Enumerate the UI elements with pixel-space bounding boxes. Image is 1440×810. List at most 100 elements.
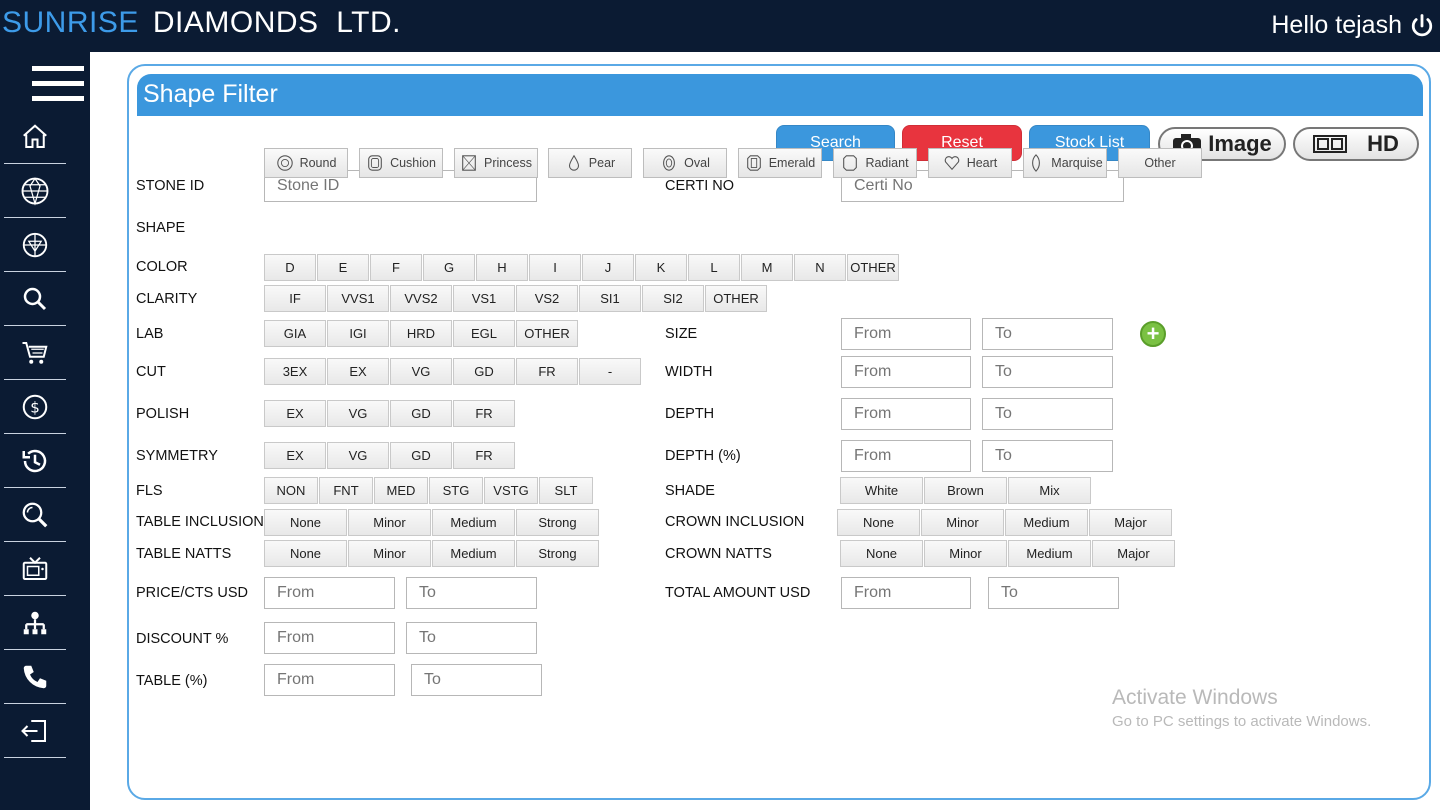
color-chip-j[interactable]: J bbox=[582, 254, 634, 281]
polish-chip-vg[interactable]: VG bbox=[327, 400, 389, 427]
sidebar-item-network[interactable] bbox=[4, 596, 66, 650]
clarity-chip-vvs2[interactable]: VVS2 bbox=[390, 285, 452, 312]
clarity-chip-other[interactable]: OTHER bbox=[705, 285, 767, 312]
color-chip-d[interactable]: D bbox=[264, 254, 316, 281]
shape-cushion[interactable]: Cushion bbox=[359, 148, 443, 178]
size-to-input[interactable] bbox=[982, 318, 1113, 350]
cut-chip-fr[interactable]: FR bbox=[516, 358, 578, 385]
fls-chip-med[interactable]: MED bbox=[374, 477, 428, 504]
shape-emerald[interactable]: Emerald bbox=[738, 148, 822, 178]
sidebar-item-home[interactable] bbox=[4, 110, 66, 164]
add-size-button[interactable]: + bbox=[1140, 321, 1166, 347]
hd-button[interactable]: HD bbox=[1293, 127, 1419, 161]
width-to-input[interactable] bbox=[982, 356, 1113, 388]
shade-chip-mix[interactable]: Mix bbox=[1008, 477, 1091, 504]
shape-radiant[interactable]: Radiant bbox=[833, 148, 917, 178]
color-chip-f[interactable]: F bbox=[370, 254, 422, 281]
shape-oval[interactable]: Oval bbox=[643, 148, 727, 178]
symmetry-chip-vg[interactable]: VG bbox=[327, 442, 389, 469]
polish-chip-ex[interactable]: EX bbox=[264, 400, 326, 427]
color-chip-i[interactable]: I bbox=[529, 254, 581, 281]
clarity-chip-vvs1[interactable]: VVS1 bbox=[327, 285, 389, 312]
crown-natts-chip-none[interactable]: None bbox=[840, 540, 923, 567]
sidebar-item-diamond[interactable] bbox=[4, 164, 66, 218]
sidebar-item-search[interactable] bbox=[4, 272, 66, 326]
color-chip-l[interactable]: L bbox=[688, 254, 740, 281]
cut-chip-vg[interactable]: VG bbox=[390, 358, 452, 385]
crown-natts-chip-minor[interactable]: Minor bbox=[924, 540, 1007, 567]
color-chip-e[interactable]: E bbox=[317, 254, 369, 281]
fls-chip-slt[interactable]: SLT bbox=[539, 477, 593, 504]
table-inclusion-chip-none[interactable]: None bbox=[264, 509, 347, 536]
price-cts-from-input[interactable] bbox=[264, 577, 395, 609]
shape-heart[interactable]: Heart bbox=[928, 148, 1012, 178]
sidebar-item-diamond-ring[interactable] bbox=[4, 218, 66, 272]
sidebar-item-tv[interactable] bbox=[4, 542, 66, 596]
lab-chip-igi[interactable]: IGI bbox=[327, 320, 389, 347]
clarity-chip-vs2[interactable]: VS2 bbox=[516, 285, 578, 312]
table-pct-from-input[interactable] bbox=[264, 664, 395, 696]
depth-pct-from-input[interactable] bbox=[841, 440, 971, 472]
crown-natts-chip-medium[interactable]: Medium bbox=[1008, 540, 1091, 567]
sidebar-item-phone[interactable] bbox=[4, 650, 66, 704]
color-chip-h[interactable]: H bbox=[476, 254, 528, 281]
table-inclusion-chip-minor[interactable]: Minor bbox=[348, 509, 431, 536]
fls-chip-stg[interactable]: STG bbox=[429, 477, 483, 504]
clarity-chip-vs1[interactable]: VS1 bbox=[453, 285, 515, 312]
shade-chip-brown[interactable]: Brown bbox=[924, 477, 1007, 504]
depth-pct-to-input[interactable] bbox=[982, 440, 1113, 472]
discount-to-input[interactable] bbox=[406, 622, 537, 654]
sidebar-item-zoom-search[interactable] bbox=[4, 488, 66, 542]
table-pct-to-input[interactable] bbox=[411, 664, 542, 696]
menu-icon[interactable] bbox=[30, 64, 86, 104]
table-natts-chip-minor[interactable]: Minor bbox=[348, 540, 431, 567]
table-inclusion-chip-medium[interactable]: Medium bbox=[432, 509, 515, 536]
shape-marquise[interactable]: Marquise bbox=[1023, 148, 1107, 178]
shape-round[interactable]: Round bbox=[264, 148, 348, 178]
clarity-chip-si1[interactable]: SI1 bbox=[579, 285, 641, 312]
shape-pear[interactable]: Pear bbox=[548, 148, 632, 178]
depth-from-input[interactable] bbox=[841, 398, 971, 430]
color-chip-n[interactable]: N bbox=[794, 254, 846, 281]
price-cts-to-input[interactable] bbox=[406, 577, 537, 609]
crown-inclusion-chip-minor[interactable]: Minor bbox=[921, 509, 1004, 536]
power-icon[interactable] bbox=[1408, 12, 1436, 40]
clarity-chip-si2[interactable]: SI2 bbox=[642, 285, 704, 312]
table-natts-chip-strong[interactable]: Strong bbox=[516, 540, 599, 567]
fls-chip-non[interactable]: NON bbox=[264, 477, 318, 504]
polish-chip-fr[interactable]: FR bbox=[453, 400, 515, 427]
shape-other[interactable]: Other bbox=[1118, 148, 1202, 178]
lab-chip-other[interactable]: OTHER bbox=[516, 320, 578, 347]
clarity-chip-if[interactable]: IF bbox=[264, 285, 326, 312]
width-from-input[interactable] bbox=[841, 356, 971, 388]
depth-to-input[interactable] bbox=[982, 398, 1113, 430]
polish-chip-gd[interactable]: GD bbox=[390, 400, 452, 427]
sidebar-item-currency[interactable]: $ bbox=[4, 380, 66, 434]
lab-chip-hrd[interactable]: HRD bbox=[390, 320, 452, 347]
discount-from-input[interactable] bbox=[264, 622, 395, 654]
lab-chip-egl[interactable]: EGL bbox=[453, 320, 515, 347]
cut-chip-dash[interactable]: - bbox=[579, 358, 641, 385]
sidebar-item-logout[interactable] bbox=[4, 704, 66, 758]
symmetry-chip-gd[interactable]: GD bbox=[390, 442, 452, 469]
symmetry-chip-fr[interactable]: FR bbox=[453, 442, 515, 469]
shape-princess[interactable]: Princess bbox=[454, 148, 538, 178]
cut-chip-gd[interactable]: GD bbox=[453, 358, 515, 385]
sidebar-item-cart[interactable] bbox=[4, 326, 66, 380]
crown-inclusion-chip-none[interactable]: None bbox=[837, 509, 920, 536]
size-from-input[interactable] bbox=[841, 318, 971, 350]
crown-inclusion-chip-medium[interactable]: Medium bbox=[1005, 509, 1088, 536]
crown-natts-chip-major[interactable]: Major bbox=[1092, 540, 1175, 567]
color-chip-g[interactable]: G bbox=[423, 254, 475, 281]
shade-chip-white[interactable]: White bbox=[840, 477, 923, 504]
total-amount-to-input[interactable] bbox=[988, 577, 1119, 609]
table-inclusion-chip-strong[interactable]: Strong bbox=[516, 509, 599, 536]
table-natts-chip-none[interactable]: None bbox=[264, 540, 347, 567]
total-amount-from-input[interactable] bbox=[841, 577, 971, 609]
fls-chip-fnt[interactable]: FNT bbox=[319, 477, 373, 504]
color-chip-other[interactable]: OTHER bbox=[847, 254, 899, 281]
crown-inclusion-chip-major[interactable]: Major bbox=[1089, 509, 1172, 536]
color-chip-k[interactable]: K bbox=[635, 254, 687, 281]
cut-chip-ex[interactable]: EX bbox=[327, 358, 389, 385]
cut-chip-3ex[interactable]: 3EX bbox=[264, 358, 326, 385]
